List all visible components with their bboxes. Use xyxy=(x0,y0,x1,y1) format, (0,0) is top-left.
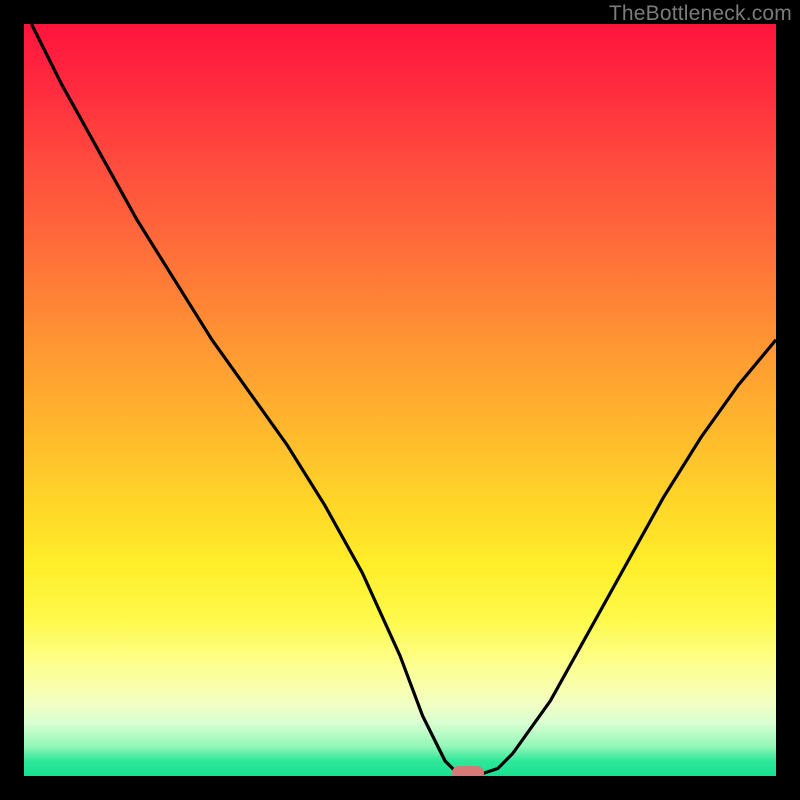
watermark-text: TheBottleneck.com xyxy=(609,2,792,26)
optimal-balance-marker xyxy=(452,766,484,776)
curve-path xyxy=(32,24,777,776)
bottleneck-curve xyxy=(24,24,776,776)
chart-frame: TheBottleneck.com xyxy=(0,0,800,800)
plot-area xyxy=(24,24,776,776)
